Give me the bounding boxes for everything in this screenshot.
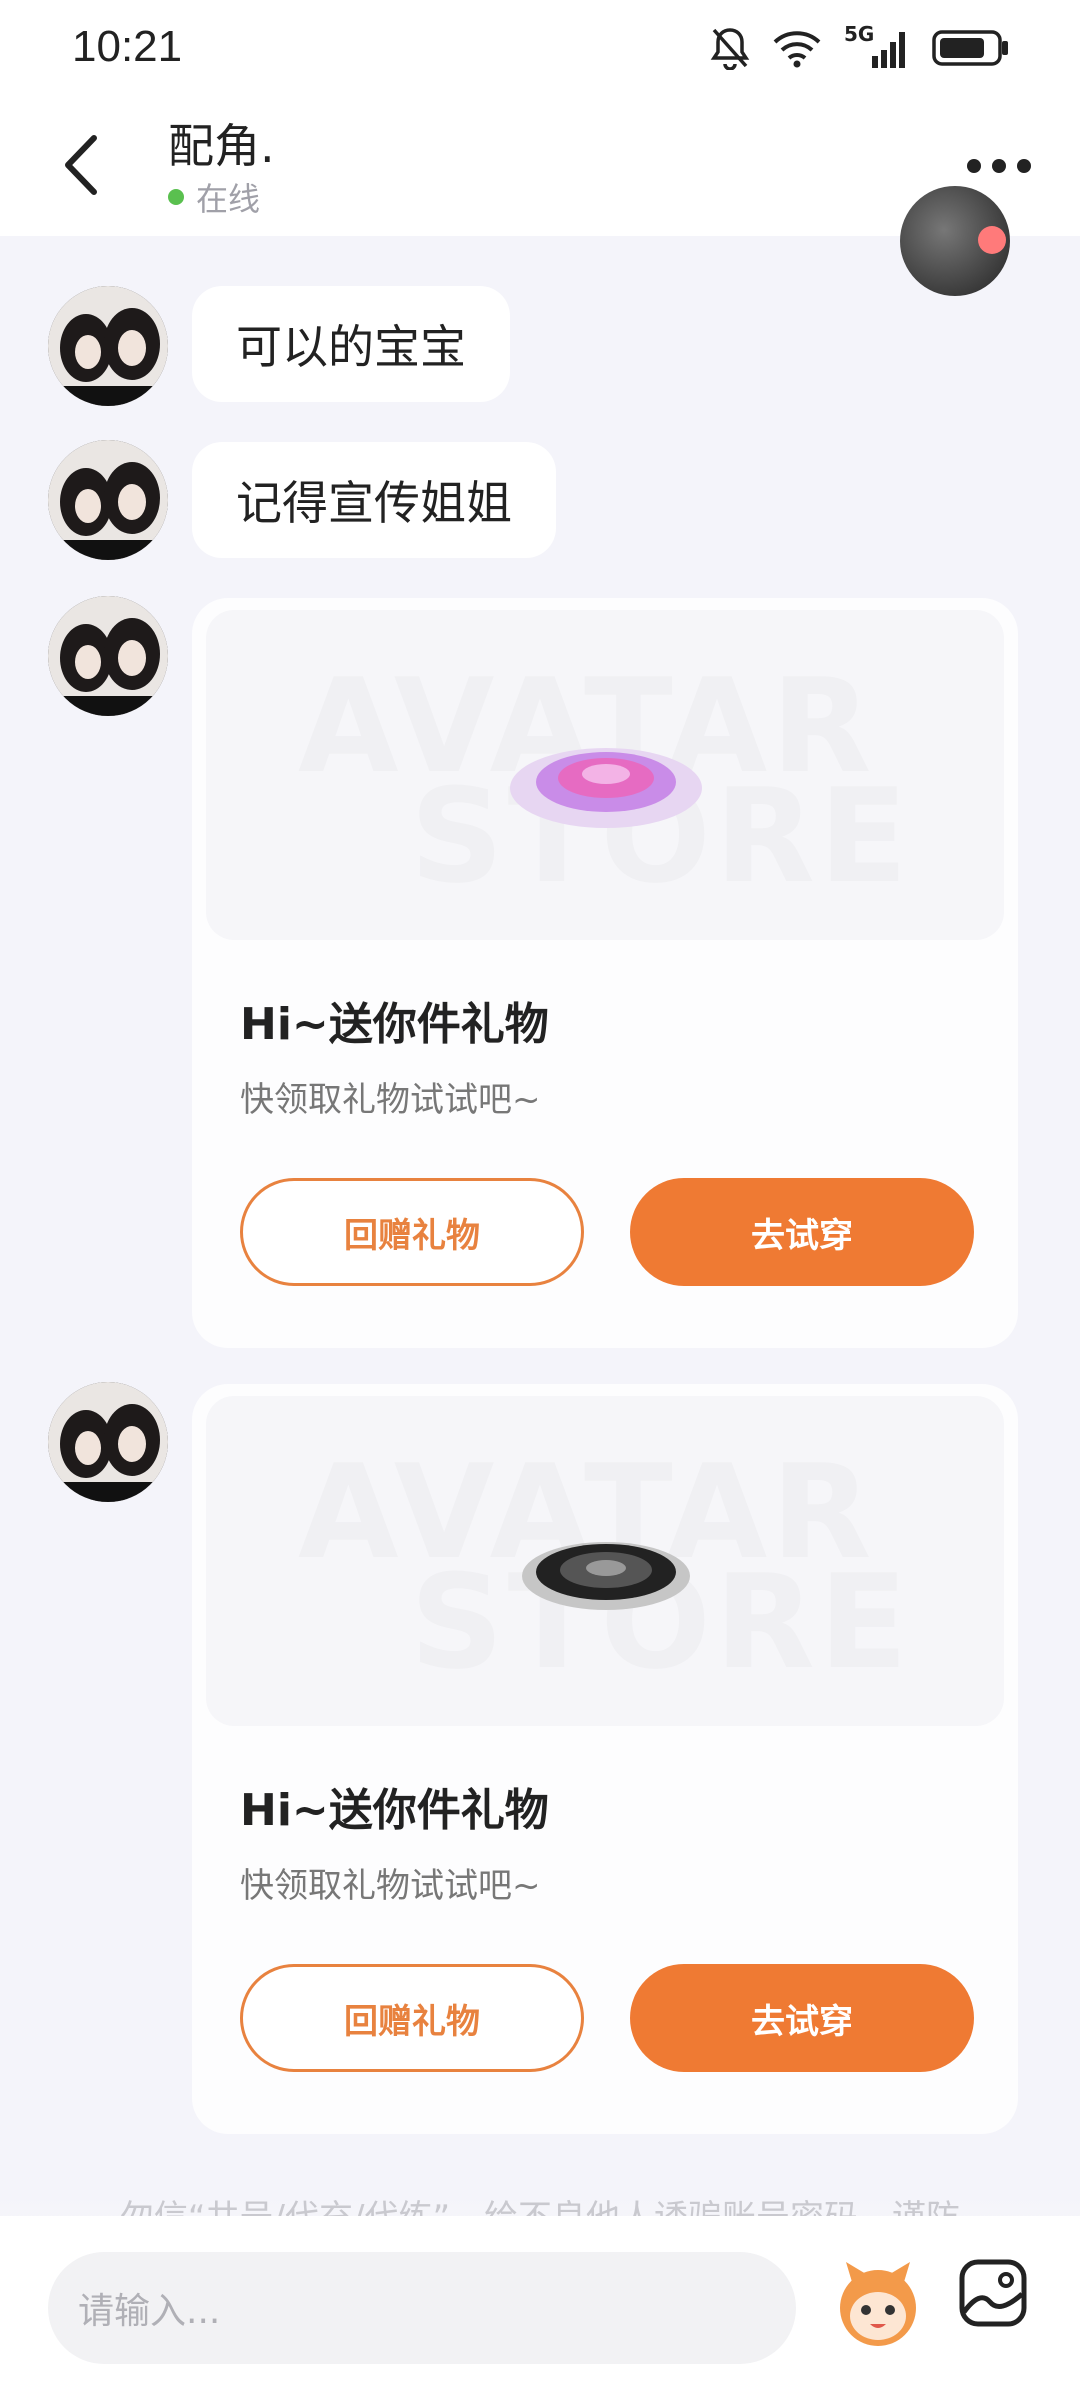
return-gift-button[interactable]: 回赠礼物 [240, 1178, 584, 1286]
gift-title: Hi~送你件礼物 [240, 999, 549, 1050]
gift-preview[interactable]: AVATAR STORE [206, 1396, 1004, 1726]
try-on-button[interactable]: 去试穿 [630, 1178, 974, 1286]
contact-name: 配角. [168, 119, 275, 173]
signal-icon [872, 32, 905, 68]
wifi-icon [773, 31, 821, 68]
mascot-emoji-icon[interactable] [832, 2258, 924, 2350]
presence-label: 在线 [196, 180, 261, 218]
avatar-image [48, 286, 168, 406]
contact-avatar[interactable] [48, 596, 168, 716]
gift-card[interactable]: AVATAR STORE Hi~送你件礼物 快领取礼物试试吧~ 回赠礼物 去试穿 [192, 1384, 1018, 2134]
bell-muted-icon [710, 28, 750, 70]
contact-avatar[interactable] [48, 440, 168, 560]
more-options-icon[interactable] [964, 146, 1034, 186]
gift-item-image [510, 748, 702, 828]
back-arrow-icon[interactable] [56, 130, 116, 200]
gift-subtitle: 快领取礼物试试吧~ [240, 1080, 541, 1120]
try-on-button[interactable]: 去试穿 [630, 1964, 974, 2072]
return-gift-button[interactable]: 回赠礼物 [240, 1964, 584, 2072]
status-icons: 5G [710, 22, 1010, 70]
status-bar: 10:21 5G [0, 0, 1080, 96]
message-list[interactable]: 可以的宝宝 记得宣传姐姐 AVATAR STORE Hi~送你件礼物 快领取礼物… [0, 186, 1080, 2216]
online-dot-icon [168, 189, 184, 205]
message-input[interactable]: 请输入... [48, 2252, 796, 2364]
avatar-image [48, 1382, 168, 1502]
signal-indicator: 5G [844, 22, 910, 70]
composer-bar: 请输入... [0, 2216, 1080, 2400]
status-time: 10:21 [72, 22, 183, 71]
gift-subtitle: 快领取礼物试试吧~ [240, 1866, 541, 1906]
avatar-badge [978, 226, 1006, 254]
avatar-image [48, 596, 168, 716]
gift-preview[interactable]: AVATAR STORE [206, 610, 1004, 940]
gift-item-image [522, 1542, 690, 1610]
contact-avatar[interactable] [48, 1382, 168, 1502]
avatar-image [48, 440, 168, 560]
presence-status: 在线 [168, 174, 260, 220]
gift-card[interactable]: AVATAR STORE Hi~送你件礼物 快领取礼物试试吧~ 回赠礼物 去试穿 [192, 598, 1018, 1348]
battery-icon [932, 30, 1008, 66]
contact-avatar[interactable] [48, 286, 168, 406]
gift-title: Hi~送你件礼物 [240, 1785, 549, 1836]
message-bubble[interactable]: 记得宣传姐姐 [192, 442, 556, 558]
image-picker-icon[interactable] [958, 2258, 1028, 2328]
message-bubble[interactable]: 可以的宝宝 [192, 286, 510, 402]
